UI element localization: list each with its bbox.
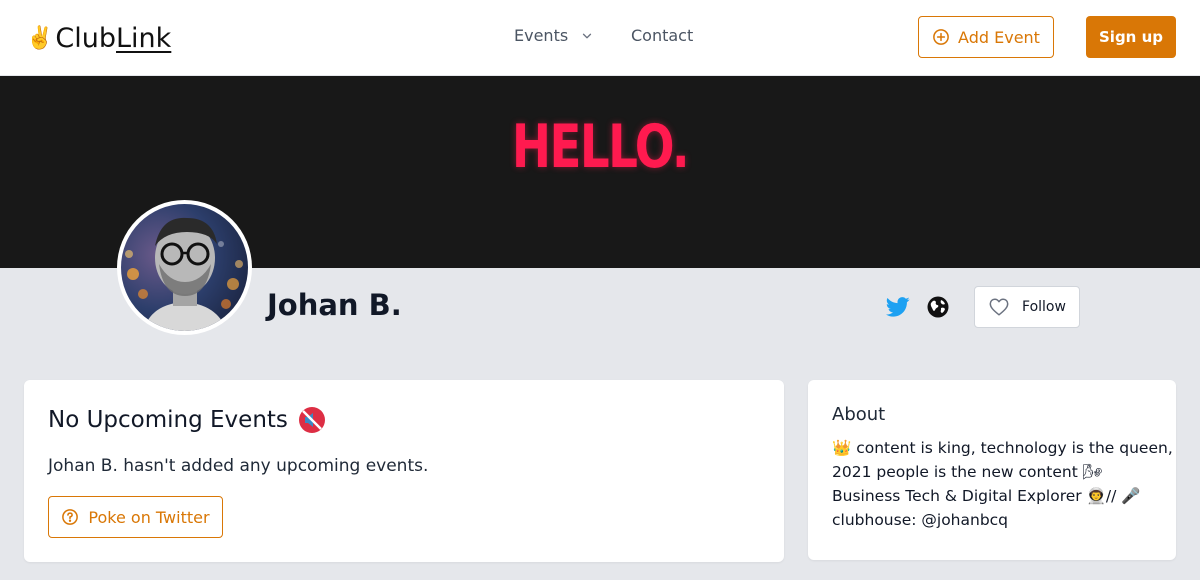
nav-contact[interactable]: Contact xyxy=(631,26,693,45)
logo-text-link: Link xyxy=(116,22,172,54)
about-line: clubhouse: @johanbcq xyxy=(832,511,1009,529)
twitter-icon[interactable] xyxy=(886,296,910,318)
logo-text-club: Club xyxy=(55,22,117,54)
events-card-title: No Upcoming Events xyxy=(48,406,326,434)
follow-label: Follow xyxy=(1022,299,1066,315)
events-title-text: No Upcoming Events xyxy=(48,407,288,433)
about-card: About 👑 content is king, technology is t… xyxy=(808,380,1176,560)
nav-events-label: Events xyxy=(514,26,569,45)
globe-icon[interactable] xyxy=(926,295,950,319)
question-circle-icon xyxy=(62,509,79,525)
poke-label: Poke on Twitter xyxy=(88,507,210,527)
nav-events[interactable]: Events xyxy=(514,26,594,45)
about-line: 👑 content is king, technology is the que… xyxy=(832,439,1173,457)
about-title: About xyxy=(832,404,886,425)
sign-up-button[interactable]: Sign up xyxy=(1086,16,1176,58)
clublink-logo[interactable]: ✌️ Club Link xyxy=(26,21,171,55)
plus-circle-icon xyxy=(933,29,949,45)
muted-speaker-icon xyxy=(298,407,325,433)
profile-name: Johan B. xyxy=(267,288,402,322)
victory-hand-icon: ✌️ xyxy=(26,25,54,51)
avatar-photo xyxy=(121,204,248,331)
add-event-button[interactable]: Add Event xyxy=(918,16,1054,58)
about-text: 👑 content is king, technology is the que… xyxy=(832,436,1173,532)
nav-contact-label: Contact xyxy=(631,26,694,45)
about-line: Business Tech & Digital Explorer 👨‍🚀// 🎤 xyxy=(832,487,1141,505)
about-line: 2021 people is the new content 🌬 xyxy=(832,463,1103,481)
add-event-label: Add Event xyxy=(958,27,1040,47)
no-events-message: Johan B. hasn't added any upcoming event… xyxy=(48,456,429,476)
poke-on-twitter-button[interactable]: Poke on Twitter xyxy=(48,496,223,538)
heart-icon xyxy=(989,298,1009,316)
upcoming-events-card: No Upcoming Events Johan B. hasn't added… xyxy=(24,380,784,562)
avatar xyxy=(117,200,252,335)
header: ✌️ Club Link Events Contact Add Event Sig… xyxy=(0,0,1200,76)
banner-text: HELLO. xyxy=(511,112,690,182)
chevron-down-icon xyxy=(583,33,592,38)
follow-button[interactable]: Follow xyxy=(974,286,1080,328)
